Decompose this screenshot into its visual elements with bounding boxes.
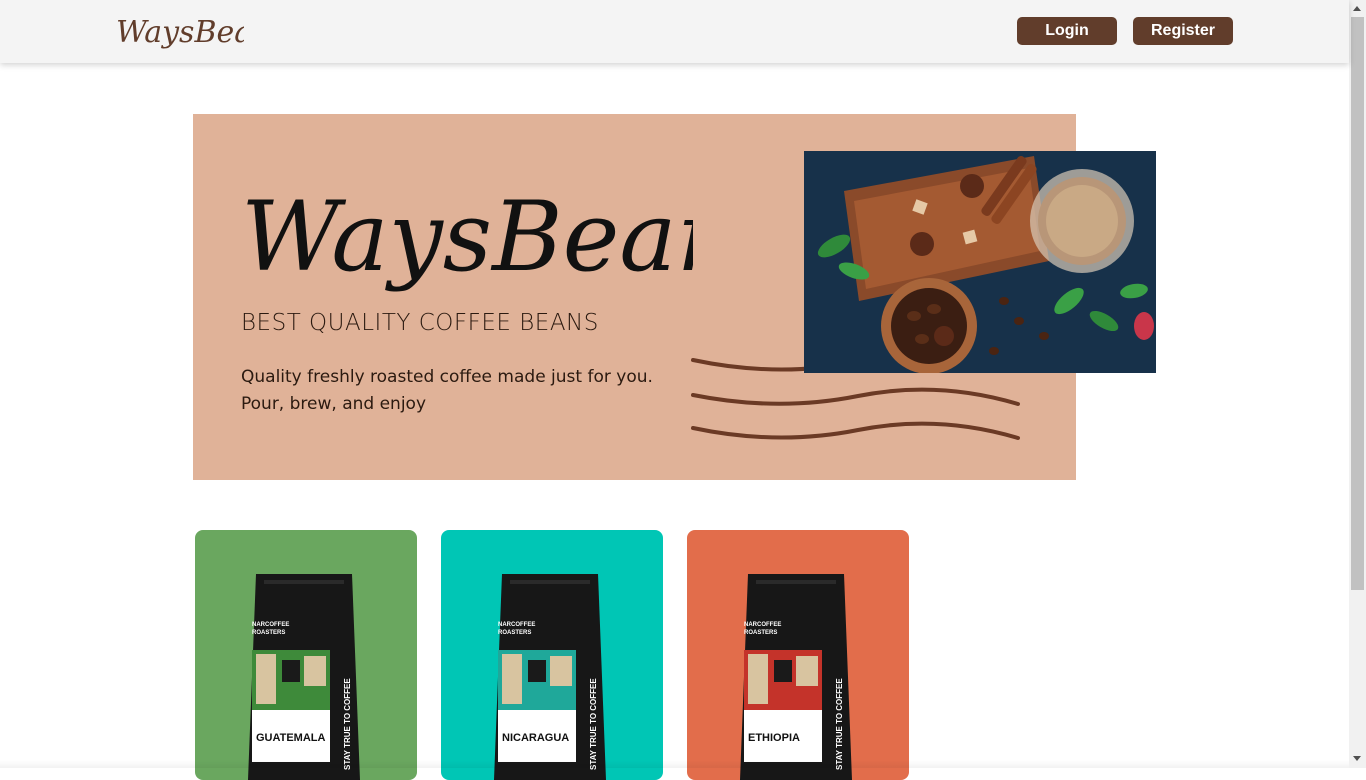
svg-text:ROASTERS: ROASTERS xyxy=(498,630,531,636)
bottom-fade xyxy=(0,760,1349,768)
svg-text:ETHIOPIA: ETHIOPIA xyxy=(748,732,800,744)
product-card-nicaragua[interactable]: NARCOFFEE ROASTERS NICARAGUA STAY TRUE T… xyxy=(441,530,663,780)
register-button[interactable]: Register xyxy=(1133,17,1233,45)
svg-text:STAY TRUE TO COFFEE: STAY TRUE TO COFFEE xyxy=(835,678,844,770)
hero-description-line-2: Pour, brew, and enjoy xyxy=(241,394,426,414)
login-button[interactable]: Login xyxy=(1017,17,1117,45)
hero-waysbeans-logo: WaysBeans xyxy=(241,181,693,293)
svg-text:STAY TRUE TO COFFEE: STAY TRUE TO COFFEE xyxy=(343,678,352,770)
svg-text:NARCOFFEE: NARCOFFEE xyxy=(498,622,535,628)
svg-text:NARCOFFEE: NARCOFFEE xyxy=(744,622,781,628)
svg-text:WaysBeans: WaysBeans xyxy=(241,181,693,293)
coffee-bag-icon: NARCOFFEE ROASTERS GUATEMALA STAY TRUE T… xyxy=(248,574,360,780)
svg-text:ROASTERS: ROASTERS xyxy=(252,630,285,636)
svg-text:GUATEMALA: GUATEMALA xyxy=(256,732,326,744)
svg-text:NICARAGUA: NICARAGUA xyxy=(502,732,569,744)
coffee-photo xyxy=(804,151,1156,373)
hero-description: Quality freshly roasted coffee made just… xyxy=(241,364,661,418)
coffee-spices-photo-icon xyxy=(804,151,1156,373)
svg-text:NARCOFFEE: NARCOFFEE xyxy=(252,622,289,628)
top-navbar: WaysBeans Login Register xyxy=(0,0,1349,63)
coffee-bag-icon: NARCOFFEE ROASTERS ETHIOPIA STAY TRUE TO… xyxy=(740,574,852,780)
scroll-up-arrow-icon[interactable] xyxy=(1353,6,1361,11)
product-card-ethiopia[interactable]: NARCOFFEE ROASTERS ETHIOPIA STAY TRUE TO… xyxy=(687,530,909,780)
coffee-bag-icon: NARCOFFEE ROASTERS NICARAGUA STAY TRUE T… xyxy=(494,574,606,780)
waysbeans-logo[interactable]: WaysBeans xyxy=(114,8,244,56)
svg-text:ROASTERS: ROASTERS xyxy=(744,630,777,636)
scroll-thumb[interactable] xyxy=(1351,17,1364,590)
hero-subtitle: BEST QUALITY COFFEE BEANS xyxy=(241,310,599,336)
scroll-down-arrow-icon[interactable] xyxy=(1353,756,1361,761)
svg-text:WaysBeans: WaysBeans xyxy=(116,15,244,50)
hero-description-line-1: Quality freshly roasted coffee made just… xyxy=(241,367,653,387)
svg-text:STAY TRUE TO COFFEE: STAY TRUE TO COFFEE xyxy=(589,678,598,770)
product-card-guatemala[interactable]: NARCOFFEE ROASTERS GUATEMALA STAY TRUE T… xyxy=(195,530,417,780)
vertical-scrollbar[interactable] xyxy=(1349,0,1366,768)
